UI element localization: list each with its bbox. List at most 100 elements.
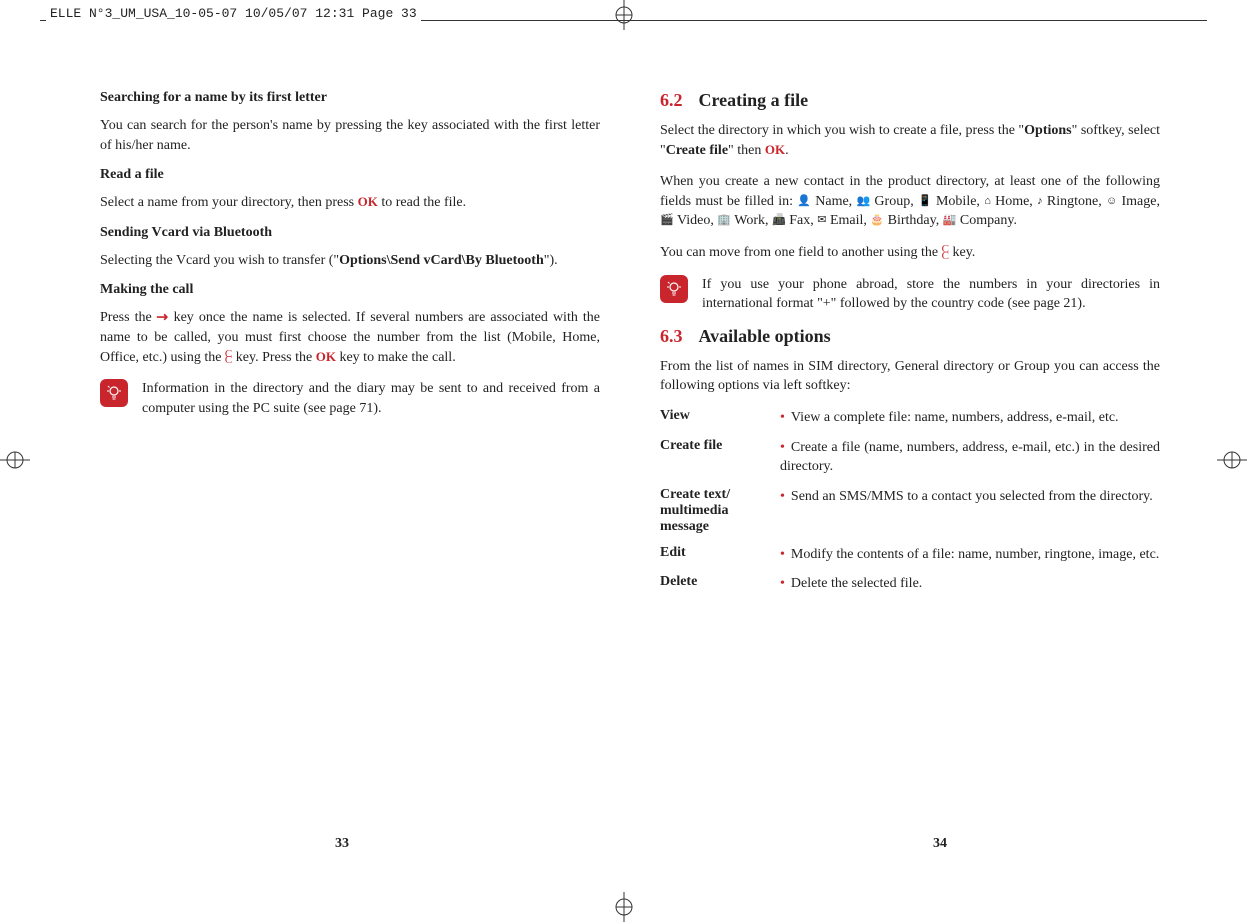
option-desc: • View a complete file: name, numbers, ad… [780,408,1160,428]
text: " then [728,143,765,158]
page-number-left: 33 [335,836,349,852]
option-row: Delete • Delete the selected file. [660,574,1160,594]
option-desc: • Send an SMS/MMS to a contact you select… [780,487,1160,535]
ok-key-icon: OK [316,349,336,364]
bullet-icon: • [780,440,785,455]
heading-call: Making the call [100,282,600,298]
group-icon: 👥 [856,194,870,209]
text: Create a file (name, numbers, address, e… [780,440,1160,475]
ok-key-icon: OK [358,194,378,209]
crop-mark-bottom [609,892,639,922]
para-read: Select a name from your directory, then … [100,193,600,213]
para-vcard: Selecting the Vcard you wish to transfer… [100,251,600,271]
section-6-3: 6.3 Available options [660,326,1160,347]
option-row: View • View a complete file: name, number… [660,408,1160,428]
text: key. [949,245,975,260]
bullet-icon: • [780,576,785,591]
section-num: 6.2 [660,90,683,110]
create-file-label: Create file [666,143,728,158]
home-icon: ⌂ [984,194,991,209]
option-row: Edit • Modify the contents of a file: nam… [660,545,1160,565]
option-label: Edit [660,545,780,565]
text: key to make the call. [336,350,456,365]
text: Mobile, [932,194,985,209]
birthday-icon: 🎂 [870,213,884,228]
print-header: ELLE N°3_UM_USA_10-05-07 10/05/07 12:31 … [46,6,421,21]
work-icon: 🏢 [717,213,731,228]
text: Modify the contents of a file: name, num… [791,547,1159,562]
nav-key-icon: CC [942,246,949,259]
para-fields: When you create a new contact in the pro… [660,172,1160,231]
video-icon: 🎬 [660,213,674,228]
text: Birthday, [884,213,943,228]
mobile-icon: 📱 [918,194,932,209]
option-label: View [660,408,780,428]
text: key. Press the [232,350,315,365]
text: Company. [956,213,1017,228]
text: Work, [731,213,772,228]
option-row: Create text/ multimedia message • Send an… [660,487,1160,535]
text: Delete the selected file. [791,576,922,591]
note-text: Information in the directory and the dia… [142,379,600,418]
option-label: Create text/ multimedia message [660,487,780,535]
menu-path: Options\Send vCard\By Bluetooth [339,253,544,268]
lightbulb-icon [660,275,688,303]
section-num: 6.3 [660,326,683,346]
right-column: 6.2 Creating a file Select the directory … [660,90,1160,604]
text: View a complete file: name, numbers, add… [791,410,1119,425]
text: Name, [811,194,856,209]
options-label: Options [1024,123,1071,138]
option-desc: •Create a file (name, numbers, address, … [780,438,1160,477]
para-move-field: You can move from one field to another u… [660,243,1160,263]
content-area: Searching for a name by its first letter… [100,90,1187,604]
ok-key-icon: OK [765,142,785,157]
text: Send an SMS/MMS to a contact you selecte… [791,489,1153,504]
text: . [785,143,789,158]
note-pc-suite: Information in the directory and the dia… [100,379,600,418]
note-international: If you use your phone abroad, store the … [660,275,1160,314]
section-label: Available options [699,326,831,346]
text: You can move from one field to another u… [660,245,942,260]
option-desc: • Delete the selected file. [780,574,1160,594]
text: Press the [100,310,157,325]
section-label: Creating a file [699,90,809,110]
text: Ringtone, [1043,194,1106,209]
lightbulb-icon [100,379,128,407]
para-call: Press the ↘ key once the name is selecte… [100,308,600,367]
text: Email, [826,213,870,228]
options-table: View • View a complete file: name, number… [660,408,1160,594]
image-icon: ☺ [1106,194,1117,209]
text: Video, [674,213,718,228]
para-create-file: Select the directory in which you wish t… [660,121,1160,160]
bullet-icon: • [780,547,785,562]
heading-read: Read a file [100,167,600,183]
fax-icon: 📠 [772,213,786,228]
option-label: Delete [660,574,780,594]
company-icon: 🏭 [943,213,957,228]
option-row: Create file •Create a file (name, number… [660,438,1160,477]
crop-mark-left [0,445,30,475]
person-icon: 👤 [797,194,811,209]
para-options-intro: From the list of names in SIM directory,… [660,357,1160,396]
text: Image, [1117,194,1160,209]
heading-search: Searching for a name by its first letter [100,90,600,106]
option-desc: • Modify the contents of a file: name, nu… [780,545,1160,565]
heading-vcard: Sending Vcard via Bluetooth [100,225,600,241]
left-column: Searching for a name by its first letter… [100,90,600,604]
bullet-icon: • [780,489,785,504]
option-label: Create file [660,438,780,477]
text: Select a name from your directory, then … [100,195,358,210]
para-search: You can search for the person's name by … [100,116,600,155]
note-text: If you use your phone abroad, store the … [702,275,1160,314]
text: Selecting the Vcard you wish to transfer… [100,253,339,268]
text: to read the file. [378,195,466,210]
text: Group, [870,194,918,209]
text: Fax, [786,213,818,228]
crop-mark-top [609,0,639,30]
text: Home, [991,194,1037,209]
crop-mark-right [1217,445,1247,475]
text: Select the directory in which you wish t… [660,123,1024,138]
bullet-icon: • [780,410,785,425]
section-6-2: 6.2 Creating a file [660,90,1160,111]
text: "). [544,253,558,268]
